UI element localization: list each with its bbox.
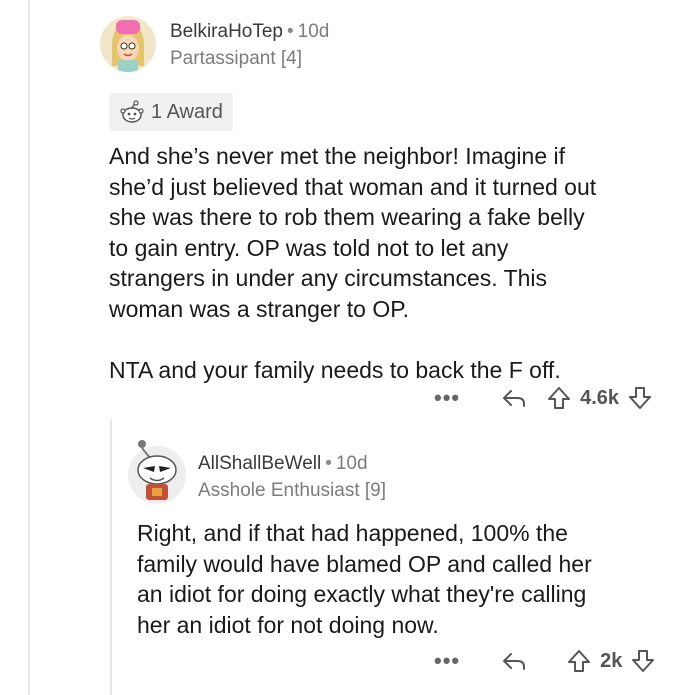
award-badge[interactable]: 1 Award bbox=[109, 93, 233, 131]
upvote-icon[interactable] bbox=[546, 385, 572, 411]
comment-body: Right, and if that had happened, 100% th… bbox=[137, 520, 592, 638]
award-icon bbox=[119, 100, 145, 124]
more-options-button[interactable]: ••• bbox=[434, 385, 460, 411]
user-flair: Partassipant [4] bbox=[170, 47, 303, 69]
separator-dot: • bbox=[325, 453, 332, 474]
downvote-icon[interactable] bbox=[627, 385, 653, 411]
comment-body: And she’s never met the neighbor! Imagin… bbox=[109, 143, 597, 383]
avatar-image bbox=[100, 16, 156, 72]
user-flair: Asshole Enthusiast [9] bbox=[198, 479, 386, 501]
thread-line[interactable] bbox=[28, 0, 30, 695]
reply-icon[interactable] bbox=[500, 649, 528, 673]
username[interactable]: BelkiraHoTep bbox=[170, 21, 283, 42]
user-avatar[interactable] bbox=[128, 438, 186, 504]
comment-meta: BelkiraHoTep • 10d Partassipant [4] bbox=[170, 21, 329, 71]
upvote-icon[interactable] bbox=[566, 648, 592, 674]
user-avatar[interactable] bbox=[100, 16, 156, 72]
award-label: 1 Award bbox=[151, 100, 223, 123]
comment-age: 10d bbox=[297, 21, 330, 42]
comment-actions: ••• 4.6k bbox=[434, 385, 653, 411]
vote-score: 4.6k bbox=[580, 386, 620, 409]
username[interactable]: AllShallBeWell bbox=[198, 453, 321, 474]
avatar-image bbox=[128, 440, 186, 504]
vote-score: 2k bbox=[600, 649, 623, 672]
thread-line-nested[interactable] bbox=[110, 420, 112, 695]
comment-actions: ••• 2k bbox=[434, 648, 656, 674]
comment-age: 10d bbox=[335, 453, 368, 474]
reply-icon[interactable] bbox=[500, 386, 528, 410]
separator-dot: • bbox=[287, 21, 294, 42]
more-options-button[interactable]: ••• bbox=[434, 648, 460, 674]
comment-meta: AllShallBeWell • 10d Asshole Enthusiast [9… bbox=[198, 453, 386, 503]
downvote-icon[interactable] bbox=[630, 648, 656, 674]
